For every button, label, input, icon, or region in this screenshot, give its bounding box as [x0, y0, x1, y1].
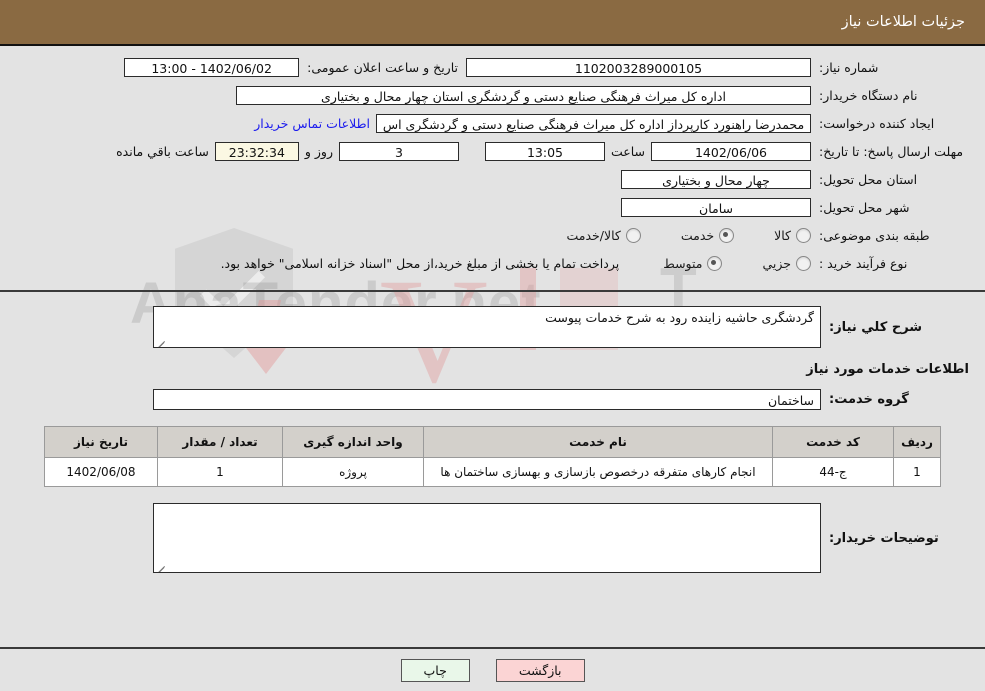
print-button[interactable]: چاپ	[400, 658, 470, 682]
table-row[interactable]: 1 ج-44 انجام کارهای متفرقه درخصوص بازساز…	[44, 457, 941, 487]
services-info-header: اطلاعات خدمات مورد نیاز	[806, 362, 969, 377]
purchase-radio-motavaset[interactable]: متوسط	[663, 256, 723, 271]
deadline-hour-field[interactable]: 13:05	[484, 142, 605, 161]
page-title: جزئیات اطلاعات نیاز	[841, 14, 965, 30]
category-option-label: خدمت	[680, 228, 715, 243]
buyer-comments-section: توضیحات خریدار:	[0, 487, 985, 573]
buyer-comments-textarea[interactable]	[153, 503, 821, 573]
category-radio-kala-khedmat[interactable]: کالا/خدمت	[566, 228, 641, 243]
radio-circle-icon[interactable]	[796, 228, 811, 243]
row-need-number: شماره نیاز: 1102003289000105 تاریخ و ساع…	[16, 56, 969, 79]
row-creator: ایجاد کننده درخواست: محمدرضا راهنورد کار…	[16, 112, 969, 135]
row-general-need: شرح کلي نیاز: گردشگری حاشیه زاینده رود ب…	[16, 306, 969, 348]
resize-grip-icon[interactable]	[156, 336, 166, 346]
need-number-label: شماره نیاز:	[819, 60, 879, 75]
radio-circle-selected-icon[interactable]	[719, 228, 735, 243]
city-label: شهر محل تحویل:	[819, 200, 910, 215]
buyer-contact-link[interactable]: اطلاعات تماس خریدار	[254, 116, 370, 131]
table-header-row: ردیف کد خدمت نام خدمت واحد اندازه گیری ت…	[44, 426, 941, 458]
service-group-label: گروه خدمت:	[829, 392, 909, 407]
cell-code: ج-44	[772, 457, 894, 487]
public-announce-field[interactable]: 1402/06/02 - 13:00	[124, 58, 300, 77]
general-need-label: شرح کلي نیاز:	[829, 319, 923, 335]
creator-field[interactable]: محمدرضا راهنورد کارپرداز اداره کل میراث …	[376, 114, 811, 133]
main-panel: شماره نیاز: 1102003289000105 تاریخ و ساع…	[0, 46, 985, 573]
cell-qty: 1	[157, 457, 283, 487]
resize-grip-icon[interactable]	[156, 561, 166, 571]
cell-name: انجام کارهای متفرقه درخصوص بازسازی و بهس…	[423, 457, 773, 487]
buyer-comments-label: توضیحات خریدار:	[829, 530, 939, 546]
purchase-radio-jozei[interactable]: جزیي	[762, 256, 811, 271]
province-label: استان محل تحویل:	[819, 172, 918, 187]
page-header: جزئیات اطلاعات نیاز	[0, 0, 985, 46]
general-need-textarea[interactable]: گردشگری حاشیه زاینده رود به شرح خدمات پی…	[153, 306, 821, 348]
public-announce-label: تاریخ و ساعت اعلان عمومی:	[307, 60, 458, 75]
province-field[interactable]: چهار محال و بختیاری	[621, 170, 811, 189]
row-city: شهر محل تحویل: سامان	[16, 196, 969, 219]
service-group-field[interactable]: ساختمان	[153, 389, 821, 410]
table-col-unit: واحد اندازه گیری	[282, 426, 424, 458]
days-label: روز و	[304, 144, 333, 159]
row-buyer-org: نام دستگاه خریدار: اداره کل میراث فرهنگی…	[16, 84, 969, 107]
category-radio-kala[interactable]: کالا	[774, 228, 811, 243]
table-col-code: کد خدمت	[772, 426, 894, 458]
purchase-note: پرداخت تمام یا بخشی از مبلغ خرید،از محل …	[220, 256, 620, 271]
category-label: طبقه بندی موضوعی:	[819, 228, 930, 243]
radio-circle-icon[interactable]	[625, 228, 641, 243]
buyer-org-field[interactable]: اداره کل میراث فرهنگی صنایع دستی و گردشگ…	[236, 86, 811, 105]
row-purchase-type: نوع فرآیند خرید : جزیي متوسط پرداخت تمام…	[16, 252, 969, 275]
need-info-section: شماره نیاز: 1102003289000105 تاریخ و ساع…	[0, 46, 985, 292]
cell-unit: پروژه	[282, 457, 424, 487]
need-number-field[interactable]: 1102003289000105	[466, 58, 811, 77]
remaining-label: ساعت باقي مانده	[116, 144, 209, 159]
row-service-group: گروه خدمت: ساختمان	[16, 389, 969, 410]
table-col-qty: تعداد / مقدار	[157, 426, 283, 458]
creator-label: ایجاد کننده درخواست:	[819, 116, 935, 131]
remaining-days-field: 3	[338, 142, 459, 161]
back-button[interactable]: بازگشت	[495, 658, 585, 682]
table-col-radif: ردیف	[893, 426, 941, 458]
remaining-time-field: 23:32:34	[214, 142, 299, 161]
purchase-type-radio-group: جزیي متوسط	[629, 256, 811, 271]
deadline-label: مهلت ارسال پاسخ: تا تاریخ:	[819, 144, 964, 159]
footer-bar: بازگشت چاپ	[0, 647, 985, 691]
radio-circle-selected-icon[interactable]	[707, 256, 723, 271]
row-buyer-comments: توضیحات خریدار:	[16, 503, 969, 573]
buyer-org-label: نام دستگاه خریدار:	[819, 88, 918, 103]
radio-circle-icon[interactable]	[796, 256, 811, 271]
category-option-label: کالا	[774, 228, 791, 243]
row-deadline: مهلت ارسال پاسخ: تا تاریخ: 1402/06/06 سا…	[16, 140, 969, 163]
purchase-type-label: نوع فرآیند خرید :	[819, 256, 908, 271]
table-col-name: نام خدمت	[423, 426, 773, 458]
purchase-option-label: جزیي	[762, 256, 791, 271]
category-radio-group: کالا خدمت کالا/خدمت	[532, 228, 811, 243]
city-field[interactable]: سامان	[621, 198, 811, 217]
purchase-option-label: متوسط	[663, 256, 703, 271]
services-table: ردیف کد خدمت نام خدمت واحد اندازه گیری ت…	[44, 426, 941, 487]
deadline-date-field[interactable]: 1402/06/06	[651, 142, 811, 161]
category-radio-khedmat[interactable]: خدمت	[680, 228, 735, 243]
hour-label: ساعت	[610, 144, 645, 159]
services-table-wrap: ردیف کد خدمت نام خدمت واحد اندازه گیری ت…	[0, 422, 985, 487]
row-category: طبقه بندی موضوعی: کالا خدمت کالا/خدمت	[16, 224, 969, 247]
table-col-date: تاریخ نیاز	[44, 426, 158, 458]
cell-date: 1402/06/08	[44, 457, 158, 487]
row-province: استان محل تحویل: چهار محال و بختیاری	[16, 168, 969, 191]
category-option-label: کالا/خدمت	[566, 228, 621, 243]
description-section: شرح کلي نیاز: گردشگری حاشیه زاینده رود ب…	[0, 292, 985, 422]
cell-radif: 1	[893, 457, 941, 487]
general-need-value: گردشگری حاشیه زاینده رود به شرح خدمات پی…	[545, 310, 814, 325]
